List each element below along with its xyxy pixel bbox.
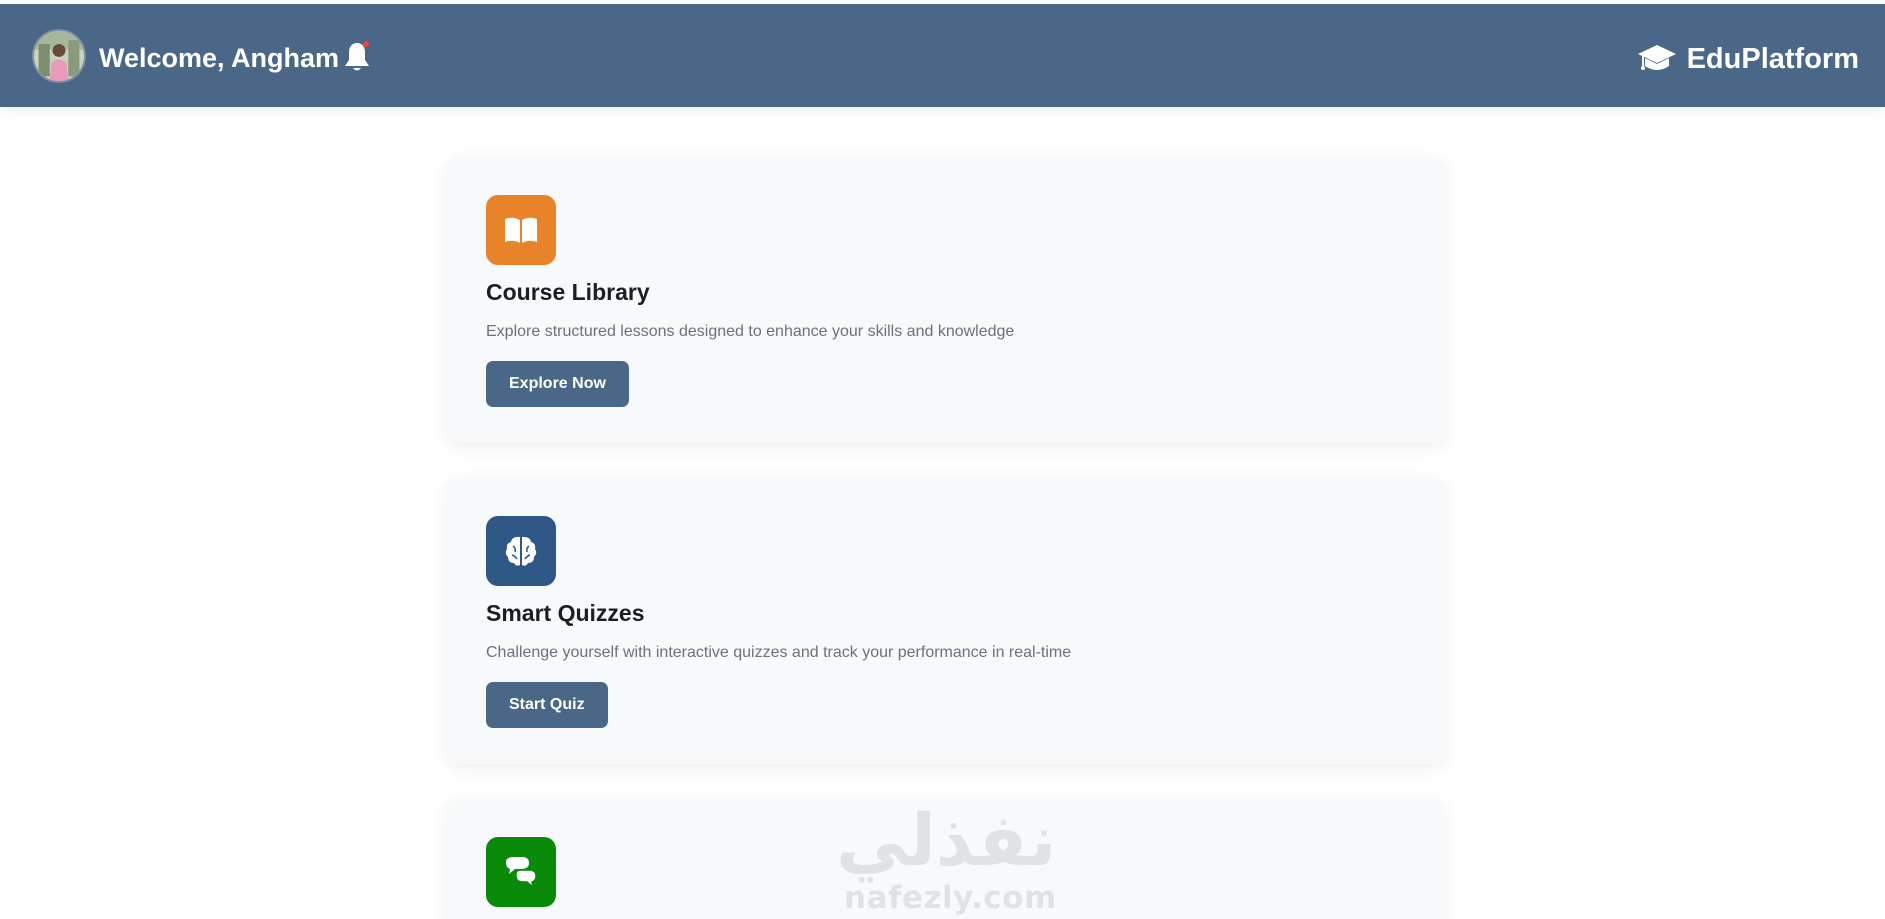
card-title: Course Library <box>486 279 650 305</box>
app-window: Welcome, Angham EduPlatform Course Libra… <box>0 0 1885 919</box>
smart-quizzes-card: Smart Quizzes Challenge yourself with in… <box>447 478 1444 764</box>
community-icon-tile <box>486 837 556 907</box>
explore-now-button[interactable]: Explore Now <box>486 361 629 407</box>
user-avatar[interactable] <box>32 29 86 83</box>
course-library-card: Course Library Explore structured lesson… <box>447 157 1444 443</box>
brand-logo[interactable]: EduPlatform <box>1637 41 1859 77</box>
brand-name: EduPlatform <box>1686 42 1859 75</box>
welcome-message: Welcome, Angham <box>99 43 340 73</box>
card-description: Explore structured lessons designed to e… <box>486 323 1015 340</box>
avatar-image <box>34 31 84 81</box>
open-book-icon <box>505 217 537 243</box>
card-description: Challenge yourself with interactive quiz… <box>486 644 1072 661</box>
top-navbar: Welcome, Angham EduPlatform <box>0 4 1885 107</box>
course-library-icon-tile <box>486 195 556 265</box>
start-quiz-button[interactable]: Start Quiz <box>486 682 608 728</box>
notification-dot <box>363 41 369 47</box>
card-title: Smart Quizzes <box>486 600 645 626</box>
graduation-cap-icon <box>1637 45 1676 70</box>
community-card <box>447 799 1444 919</box>
brain-icon <box>505 536 537 566</box>
smart-quizzes-icon-tile <box>486 516 556 586</box>
chat-bubbles-icon <box>506 857 537 889</box>
